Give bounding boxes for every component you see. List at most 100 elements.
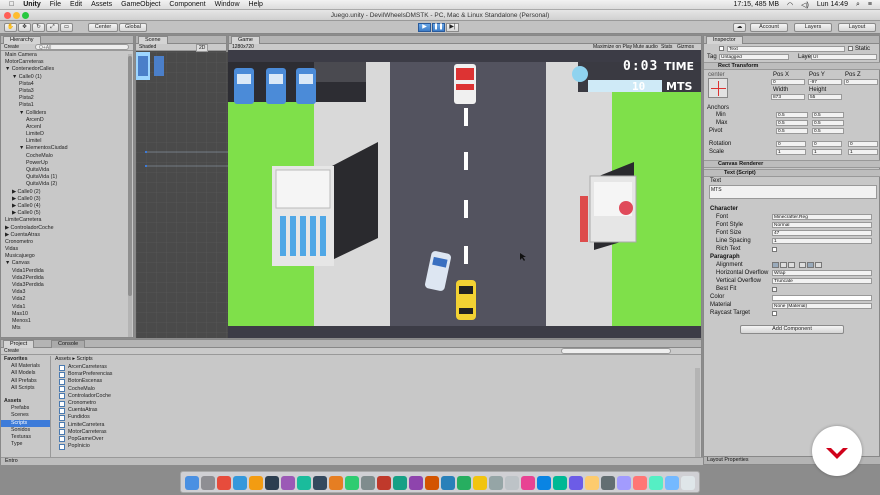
align-right-icon[interactable] [788, 262, 795, 268]
assets-label[interactable]: Assets [1, 398, 50, 405]
color-swatch[interactable] [772, 295, 872, 301]
anchors-label[interactable]: Anchors [707, 105, 729, 111]
folder-item[interactable]: Type [1, 441, 50, 448]
anchor-preset-icon[interactable] [708, 78, 728, 98]
align-top-icon[interactable] [799, 262, 806, 268]
favorite-item[interactable]: All Scripts [1, 385, 50, 392]
hierarchy-item[interactable]: ▼ ElementosCiudad [1, 145, 133, 152]
scale-y-field[interactable]: 1 [812, 149, 842, 155]
material-field[interactable]: None (Material) [772, 303, 872, 309]
hierarchy-item[interactable]: Pista2 [1, 95, 133, 102]
script-item[interactable]: CocheMalo [59, 386, 359, 393]
folder-item[interactable]: Scripts [1, 419, 50, 427]
folder-item[interactable]: Sonidos [1, 427, 50, 434]
tab-console[interactable]: Console [51, 340, 86, 348]
hierarchy-scrollbar[interactable] [128, 54, 132, 337]
script-item[interactable]: PopInicio [59, 443, 359, 450]
menu-gameobject[interactable]: GameObject [121, 1, 160, 8]
menu-window[interactable]: Window [215, 1, 240, 8]
hierarchy-item[interactable]: LimiteCarretera [1, 217, 133, 224]
step-button[interactable]: ▶| [446, 23, 459, 32]
hierarchy-item[interactable]: ▶ CuentaAtras [1, 232, 133, 239]
align-bottom-icon[interactable] [815, 262, 822, 268]
hierarchy-item[interactable]: MotorCarreteras [1, 59, 133, 66]
tab-project[interactable]: Project [3, 340, 35, 348]
hierarchy-item[interactable]: ▶ Calle0 (3) [1, 196, 133, 203]
dock-app-icon[interactable] [521, 476, 535, 490]
text-value-area[interactable]: MTS [709, 185, 877, 199]
font-style-dropdown[interactable]: Normal [772, 222, 872, 228]
global-local-toggle[interactable]: Global [119, 23, 147, 32]
line-spacing-field[interactable]: 1 [772, 238, 872, 244]
hierarchy-item[interactable]: QuitaVida (2) [1, 181, 133, 188]
static-checkbox[interactable] [848, 46, 853, 51]
pos-x-field[interactable]: 0 [771, 79, 805, 85]
zoom-window-icon[interactable] [22, 12, 29, 19]
v-overflow-dropdown[interactable]: Truncate [772, 278, 872, 284]
menu-file[interactable]: File [50, 1, 61, 8]
dock-app-icon[interactable] [185, 476, 199, 490]
hierarchy-item[interactable]: Vida1 [1, 304, 133, 311]
dock-app-icon[interactable] [217, 476, 231, 490]
game-view[interactable]: 0:03 TIME 10 MTS [228, 50, 701, 338]
dock-app-icon[interactable] [681, 476, 695, 490]
anchor-max-x-field[interactable]: 0.5 [776, 120, 808, 126]
dock-app-icon[interactable] [473, 476, 487, 490]
hierarchy-create-button[interactable]: Create [4, 44, 19, 50]
dock-app-icon[interactable] [425, 476, 439, 490]
hierarchy-item[interactable]: Pista4 [1, 81, 133, 88]
dock-app-icon[interactable] [361, 476, 375, 490]
folder-item[interactable]: Prefabs [1, 405, 50, 412]
hierarchy-item[interactable]: Vida3 [1, 289, 133, 296]
script-item[interactable]: ControladorCoche [59, 393, 359, 400]
play-button[interactable]: ▶ [418, 23, 431, 32]
dock-app-icon[interactable] [649, 476, 663, 490]
anchor-min-x-field[interactable]: 0.5 [776, 112, 808, 118]
hierarchy-item[interactable]: Vida3Perdida [1, 282, 133, 289]
hierarchy-item[interactable]: QuitaVida (1) [1, 174, 133, 181]
2d-mode-toggle[interactable]: 2D [196, 44, 209, 52]
hierarchy-item[interactable]: ArcenI [1, 124, 133, 131]
hierarchy-item[interactable]: Vidas [1, 246, 133, 253]
dock-app-icon[interactable] [633, 476, 647, 490]
pos-y-field[interactable]: -97 [808, 79, 842, 85]
text-script-header[interactable]: Text (Script) [704, 169, 880, 177]
hierarchy-item[interactable]: Vida2Perdida [1, 275, 133, 282]
apple-icon[interactable]:  [9, 1, 14, 8]
rotation-y-field[interactable]: 0 [812, 141, 842, 147]
script-item[interactable]: MotorCarreteras [59, 429, 359, 436]
cloud-icon[interactable]: ☁ [733, 23, 746, 32]
hierarchy-item[interactable]: ▼ Calle0 (1) [1, 74, 133, 81]
dock-app-icon[interactable] [329, 476, 343, 490]
clock[interactable]: Lun 14:49 [817, 1, 848, 8]
script-item[interactable]: Fundidos [59, 414, 359, 421]
hierarchy-item[interactable]: ▶ ControladorCoche [1, 225, 133, 232]
anchor-max-y-field[interactable]: 0.5 [812, 120, 844, 126]
rotate-tool-icon[interactable]: ↻ [32, 23, 45, 32]
layers-dropdown[interactable]: Layers [794, 23, 832, 32]
h-overflow-dropdown[interactable]: Wrap [772, 270, 872, 276]
menu-assets[interactable]: Assets [91, 1, 112, 8]
menu-component[interactable]: Component [169, 1, 205, 8]
hierarchy-item[interactable]: Mas10 [1, 311, 133, 318]
hierarchy-item[interactable]: Vida2 [1, 296, 133, 303]
hierarchy-item[interactable]: ▼ ContenedorCalles [1, 66, 133, 73]
folder-item[interactable]: Scenes [1, 412, 50, 419]
hierarchy-item[interactable]: ▶ Calle0 (4) [1, 203, 133, 210]
hierarchy-item[interactable]: Musicajuego [1, 253, 133, 260]
script-item[interactable]: ArcenCarreteras [59, 364, 359, 371]
best-fit-checkbox[interactable] [772, 287, 777, 292]
dock-app-icon[interactable] [441, 476, 455, 490]
favorite-item[interactable]: All Models [1, 370, 50, 377]
dock-app-icon[interactable] [313, 476, 327, 490]
pause-button[interactable]: ❚❚ [432, 23, 445, 32]
wifi-icon[interactable]: ◠ [787, 1, 793, 9]
close-window-icon[interactable] [4, 12, 11, 19]
script-item[interactable]: CuentaAtras [59, 407, 359, 414]
pivot-center-toggle[interactable]: Center [88, 23, 118, 32]
favorites-label[interactable]: Favorites [1, 356, 50, 363]
align-middle-icon[interactable] [807, 262, 814, 268]
pos-z-field[interactable]: 0 [844, 79, 878, 85]
tab-hierarchy[interactable]: Hierarchy [3, 36, 41, 44]
rect-transform-header[interactable]: Rect Transform [704, 62, 880, 70]
